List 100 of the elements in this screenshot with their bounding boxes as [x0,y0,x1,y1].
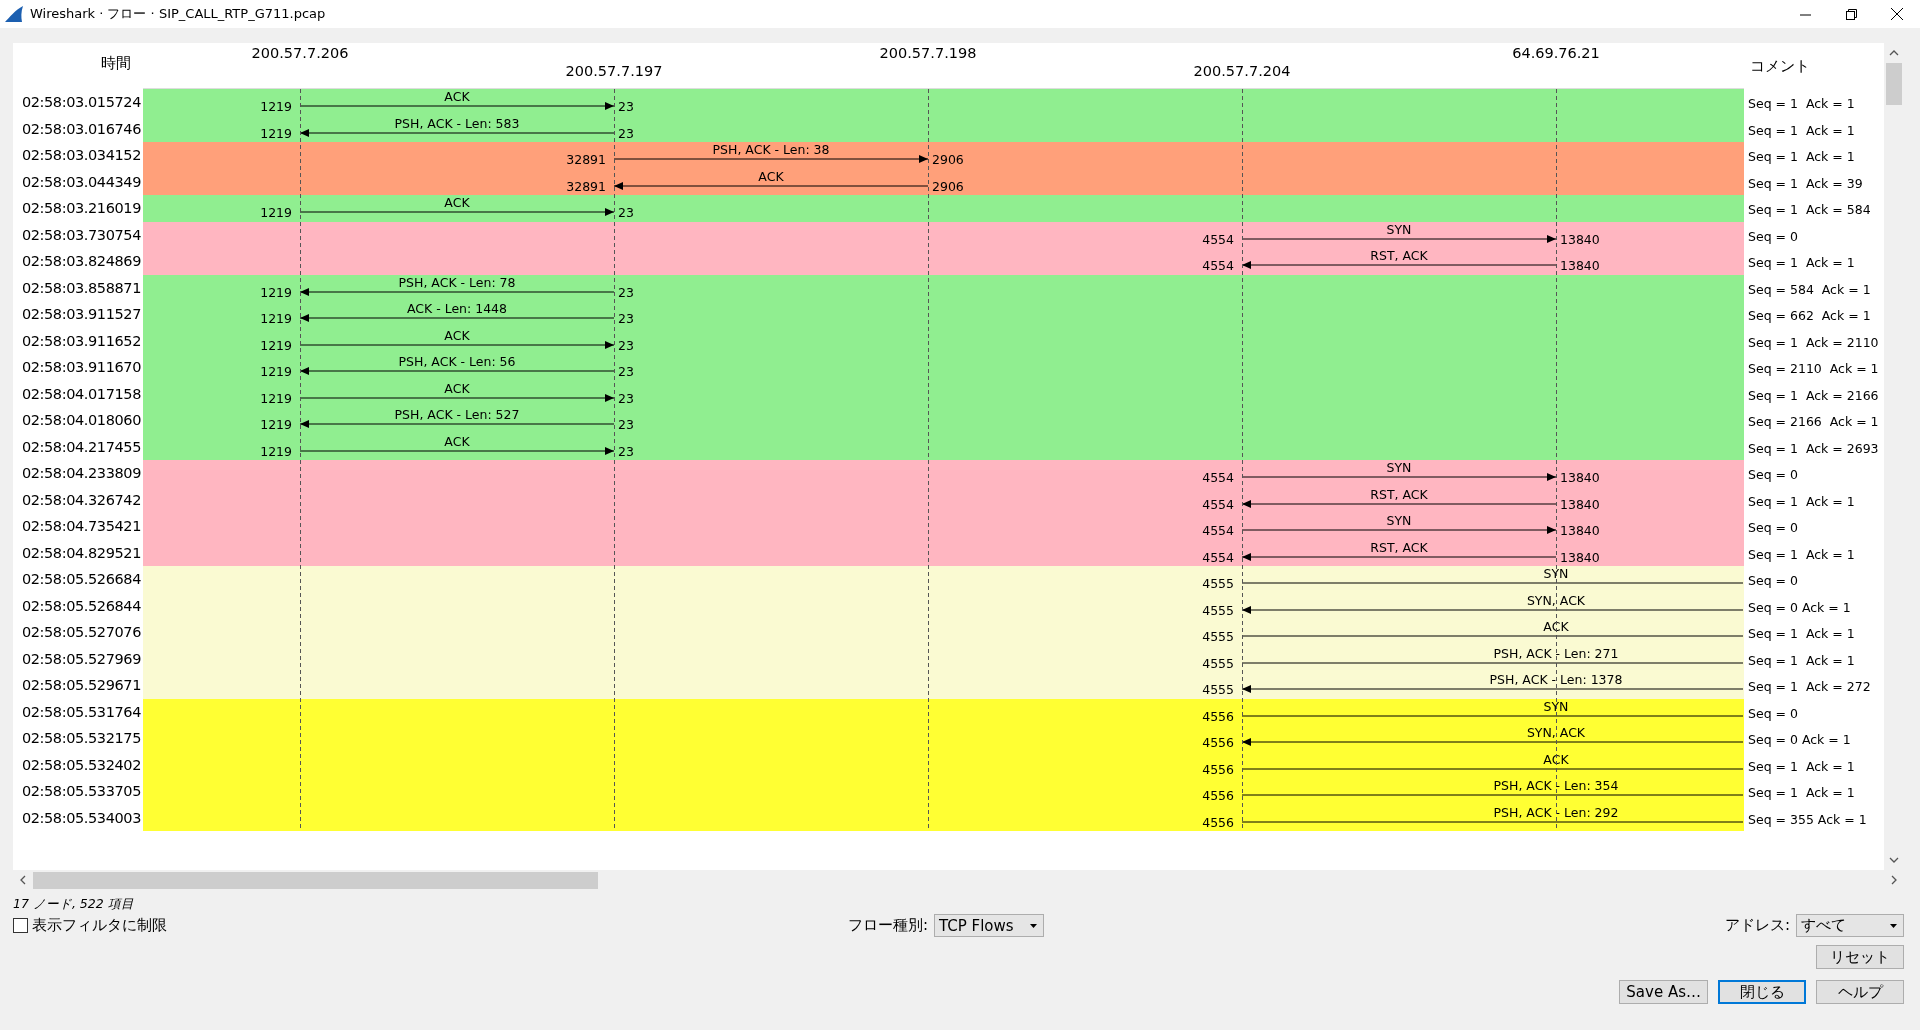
port-number: 13840 [1560,231,1600,247]
packet-label: ACK [444,433,470,449]
port-number: 1219 [260,125,292,141]
packet-label: PSH, ACK - Len: 583 [394,115,520,131]
time-cell-text: 02:58:04.018060 [20,411,142,430]
comment-cell-text: Seq = 355 Ack = 1 [1748,810,1868,829]
packet-label: ACK [444,89,470,104]
time-cell-text: 02:58:04.217455 [20,437,142,457]
packet-label: PSH, ACK - Len: 292 [1493,804,1619,820]
time-cell-text: 02:58:03.858871 [20,278,142,298]
time-cell-text: 02:58:05.527076 [20,623,142,642]
address-label: アドレス: [1724,916,1790,935]
port-number: 4554 [1202,549,1234,565]
port-number: 1219 [260,337,292,353]
scroll-left-icon[interactable] [20,875,26,885]
port-number: 1219 [260,311,292,326]
time-cell-text: 02:58:05.531764 [20,702,142,722]
scroll-down-icon[interactable] [1889,857,1899,863]
scroll-right-icon[interactable] [1891,875,1897,885]
dialog-button[interactable]: リセット [1816,945,1904,969]
comment-cell-text: Seq = 584 Ack = 1 [1748,280,1872,299]
packet-label: ACK [758,168,784,184]
port-number: 23 [618,125,634,141]
time-cell-text: 02:58:05.534003 [20,808,142,828]
caret-icon [1890,923,1897,928]
port-number: 4555 [1202,682,1234,697]
comment-cell-text: Seq = 0 [1748,227,1799,246]
comment-cell-text: Seq = 1 Ack = 2110 [1748,333,1879,352]
port-number: 23 [618,99,634,114]
packet-label: PSH, ACK - Len: 271 [1493,645,1619,661]
port-number: 4554 [1202,231,1234,247]
comment-cell-text: Seq = 0 [1748,519,1799,537]
packet-label: SYN, ACK [1526,725,1586,740]
close-icon[interactable] [1891,8,1903,20]
port-number: 23 [618,311,634,326]
comment-cell-text: Seq = 662 Ack = 1 [1748,307,1872,325]
packet-label: RST, ACK [1370,248,1428,263]
time-cell-text: 02:58:04.233809 [20,464,142,483]
comment-cell-text: Seq = 1 Ack = 1 [1748,121,1856,140]
time-header: 時間 [101,53,131,73]
comment-cell-text: Seq = 1 Ack = 2166 [1748,386,1879,405]
packet-label: ACK [444,327,470,343]
packet-label: PSH, ACK - Len: 56 [398,354,516,369]
port-number: 4556 [1202,708,1234,724]
comment-cell-text: Seq = 1 Ack = 39 [1748,174,1864,193]
port-number: 4555 [1202,602,1234,618]
port-number: 4556 [1202,761,1234,777]
limit-filter-checkbox[interactable]: 表示フィルタに制限 [13,916,167,935]
flow-type-label: フロー種別: [847,916,928,935]
port-number: 4556 [1202,788,1234,803]
port-number: 4556 [1202,814,1234,830]
port-number: 13840 [1560,258,1600,273]
dialog-button[interactable]: ヘルプ [1816,980,1904,1004]
packet-label: SYN [1543,566,1569,581]
comment-cell-text: Seq = 1 Ack = 1 [1748,148,1856,166]
caret-icon [1030,923,1037,928]
packet-label: SYN, ACK [1526,592,1586,608]
flow-type-dropdown[interactable]: TCP Flows [934,914,1044,937]
packet-label: PSH, ACK - Len: 78 [398,274,516,290]
time-cell-text: 02:58:05.533705 [20,782,142,801]
restore-icon[interactable] [1845,8,1857,20]
comment-cell-text: Seq = 1 Ack = 1 [1748,784,1856,802]
comment-header: コメント [1750,56,1810,76]
port-number: 2906 [932,152,964,167]
comment-cell-text: Seq = 1 Ack = 1 [1748,95,1856,113]
comment-cell-text: Seq = 1 Ack = 584 [1748,201,1872,219]
packet-label: SYN [1386,460,1412,475]
port-number: 4556 [1202,735,1234,750]
status-text: 17 ノード, 522 項目 [13,896,135,910]
port-number: 23 [618,443,634,459]
scrollbar-thumb[interactable] [33,871,598,889]
time-cell-text: 02:58:05.527969 [20,649,142,669]
comment-cell-text: Seq = 2110 Ack = 1 [1748,360,1879,378]
time-cell-text: 02:58:04.829521 [20,543,142,563]
comment-cell-text: Seq = 0 [1748,466,1799,484]
time-cell-text: 02:58:04.735421 [20,517,142,536]
time-cell-text: 02:58:03.911670 [20,358,142,377]
packet-label: SYN [1386,221,1412,237]
node-address: 64.69.76.21 [1512,45,1600,61]
time-cell-text: 02:58:05.529671 [20,676,142,695]
port-number: 13840 [1560,523,1600,538]
time-cell-text: 02:58:05.532175 [20,729,142,748]
packet-label: ACK - Len: 1448 [406,301,508,316]
node-address: 200.57.7.206 [251,45,349,61]
shark-fin-icon [4,5,24,23]
packet-label: RST, ACK [1370,539,1428,555]
packet-label: PSH, ACK - Len: 1378 [1489,672,1623,687]
dialog-button[interactable]: Save As… [1619,980,1708,1004]
address-dropdown[interactable]: すべて [1796,914,1904,937]
port-number: 4554 [1202,258,1234,273]
scroll-up-icon[interactable] [1889,50,1899,56]
comment-cell-text: Seq = 1 Ack = 1 [1748,545,1856,564]
scrollbar-thumb[interactable] [1886,63,1902,105]
comment-cell-text: Seq = 1 Ack = 1 [1748,651,1856,670]
node-address: 200.57.7.204 [1193,63,1291,79]
comment-cell-text: Seq = 0 Ack = 1 [1748,598,1852,617]
comment-cell-text: Seq = 0 [1748,572,1799,590]
dialog-button[interactable]: 閉じる [1718,980,1806,1004]
comment-cell-text: Seq = 1 Ack = 1 [1748,757,1856,776]
port-number: 4554 [1202,470,1234,485]
